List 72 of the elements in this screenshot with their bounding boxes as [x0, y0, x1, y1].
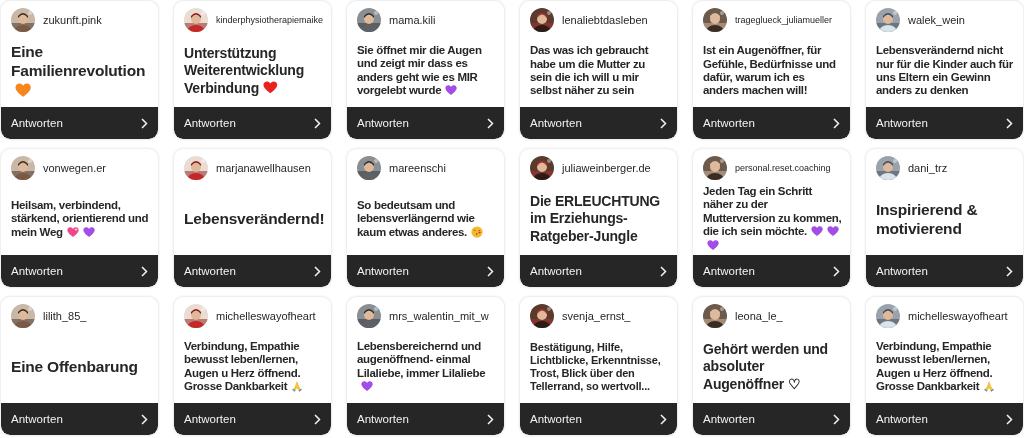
username: dani_trz	[908, 162, 948, 174]
chevron-right-icon	[833, 413, 840, 425]
answer-text: Lebensverändernd!	[184, 210, 325, 228]
reply-button[interactable]: Antworten	[693, 403, 850, 435]
reply-button[interactable]: Antworten	[520, 403, 677, 435]
chevron-right-icon	[660, 413, 667, 425]
username: leona_le_	[735, 310, 783, 322]
answer-text: Lebensverändernd nicht nur für die Kinder auch für uns Eltern ein Gewinn anders zu denken	[876, 44, 1013, 97]
chevron-right-icon	[487, 413, 494, 425]
answer-text: Eine Familienrevolution	[11, 42, 146, 80]
username: michelleswayofheart	[216, 310, 316, 322]
answer-text: Heilsam, verbindend, stärkend, orientierend und mein Weg	[11, 198, 149, 238]
chevron-right-icon	[1006, 117, 1013, 129]
reply-button[interactable]: Antworten	[866, 403, 1023, 435]
answer-text: Bestätigung, Hilfe, Lichtblicke, Erkenntnisse, Trost, Blick über den Tellerrand, so wertvoll...	[530, 341, 661, 392]
username: lenaliebtdasleben	[562, 14, 648, 26]
answer-text: Verbindung, Empathie bewusst leben/lernen, Augen u Herz öffnend. Grosse Dankbarkeit	[876, 339, 993, 393]
chevron-right-icon	[1006, 265, 1013, 277]
chevron-right-icon	[660, 265, 667, 277]
username: mareenschi	[389, 162, 446, 174]
answer-text: Das was ich gebraucht habe um die Mutter zu sein die ich will u mir selbst näher zu sein	[530, 44, 649, 97]
answer-text: So bedeutsam und lebensverlängernd wie kaum etwas anderes.	[357, 198, 475, 238]
chevron-right-icon	[314, 413, 321, 425]
username: marjanawellhausen	[216, 162, 311, 174]
chevron-right-icon	[141, 413, 148, 425]
reply-button[interactable]: Antworten	[347, 403, 504, 435]
answer-text: Die ERLEUCHTUNG im Erziehungs-Ratgeber-Jungle	[530, 192, 660, 244]
reply-button[interactable]: Antworten	[174, 107, 331, 139]
username: vonwegen.er	[43, 162, 106, 174]
answer-text: Eine Offenbarung	[11, 358, 138, 376]
chevron-right-icon	[141, 265, 148, 277]
chevron-right-icon	[1006, 413, 1013, 425]
chevron-right-icon	[314, 265, 321, 277]
answer-text: Lebensbereichernd und augenöffnend- einmal Lilaliebe, immer Lilaliebe	[357, 339, 486, 379]
reply-button[interactable]: Antworten	[693, 255, 850, 287]
reply-button[interactable]: Antworten	[1, 403, 158, 435]
username: mama.kili	[389, 14, 436, 26]
reply-button[interactable]: Antworten	[520, 255, 677, 287]
reply-button[interactable]: Antworten	[174, 255, 331, 287]
username: trageglueck_juliamueller	[735, 15, 833, 25]
answer-text: Sie öffnet mir die Augen und zeigt mir dass es anders geht wie es MIR vorgelebt wurde	[357, 43, 482, 97]
reply-button[interactable]: Antworten	[693, 107, 850, 139]
username: juliaweinberger.de	[562, 162, 651, 174]
answer-text: Verbindung, Empathie bewusst leben/lernen, Augen u Herz öffnend. Grosse Dankbarkeit	[184, 339, 301, 393]
reply-button[interactable]: Antworten	[1, 255, 158, 287]
chevron-right-icon	[141, 117, 148, 129]
username: zukunft.pink	[43, 14, 102, 26]
answer-text: Unterstützung Weiterentwicklung Verbindung	[184, 44, 305, 96]
reply-button[interactable]: Antworten	[174, 403, 331, 435]
answer-text: Jeden Tag ein Schritt näher zu der Mutterversion zu kommen, die ich sein möchte.	[703, 185, 842, 238]
answer-text: Ist ein Augenöffner, für Gefühle, Bedürfnisse und dafür, warum ich es anders machen will!	[703, 44, 836, 97]
username: walek_wein	[908, 14, 965, 26]
reply-button[interactable]: Antworten	[866, 107, 1023, 139]
username: personal.reset.coaching	[735, 163, 831, 173]
reply-button[interactable]: Antworten	[347, 255, 504, 287]
chevron-right-icon	[487, 265, 494, 277]
username: svenja_ernst_	[562, 310, 631, 322]
answer-text: Gehört werden und absoluter Augenöffner ♡	[703, 340, 828, 392]
chevron-right-icon	[833, 117, 840, 129]
chevron-right-icon	[487, 117, 494, 129]
username: lilith_85_	[43, 310, 87, 322]
answer-text: Inspirierend & motivierend	[876, 200, 978, 237]
username: michelleswayofheart	[908, 310, 1008, 322]
reply-button[interactable]: Antworten	[1, 107, 158, 139]
chevron-right-icon	[660, 117, 667, 129]
chevron-right-icon	[833, 265, 840, 277]
username: kinderphysiotherapiemaike	[216, 15, 324, 25]
chevron-right-icon	[314, 117, 321, 129]
reply-button[interactable]: Antworten	[866, 255, 1023, 287]
reply-button[interactable]: Antworten	[520, 107, 677, 139]
username: mrs_walentin_mit_w	[389, 310, 489, 322]
reply-button[interactable]: Antworten	[347, 107, 504, 139]
